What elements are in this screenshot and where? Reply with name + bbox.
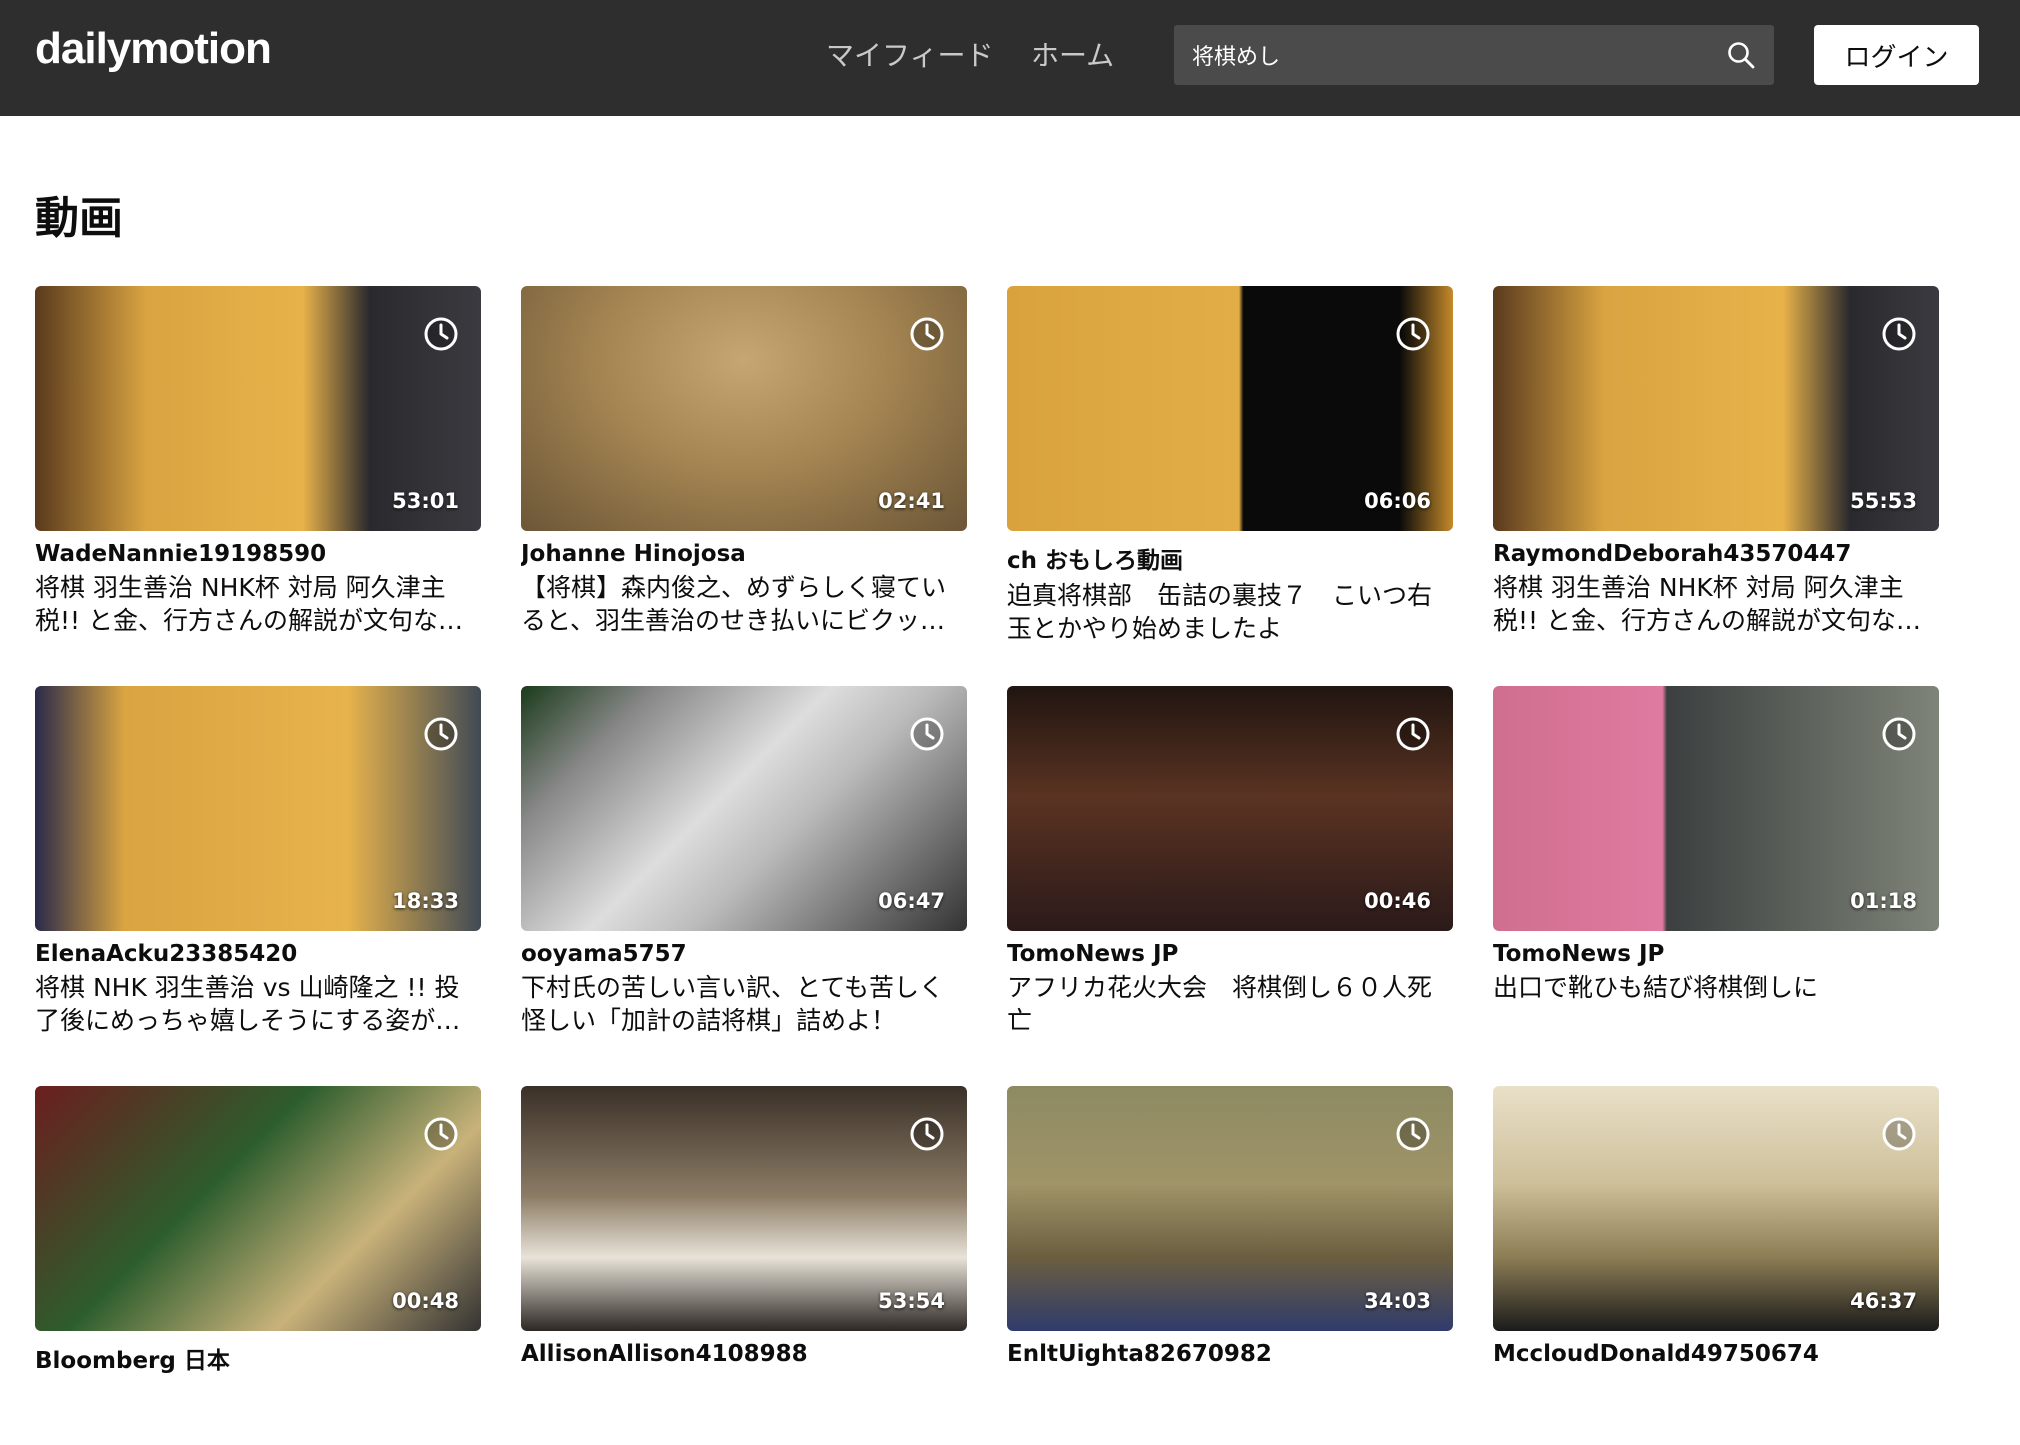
- video-title[interactable]: 【将棋】森内俊之、めずらしく寝ていると、羽生善治のせき払いにビクッ…: [521, 571, 967, 637]
- video-duration: 06:06: [1364, 489, 1431, 513]
- video-thumbnail[interactable]: 02:41: [521, 286, 967, 531]
- video-thumbnail[interactable]: 55:53: [1493, 286, 1939, 531]
- top-bar: dailymotion マイフィード ホーム ログイン: [0, 0, 2020, 116]
- video-title[interactable]: [1007, 1371, 1453, 1437]
- watch-later-icon[interactable]: [909, 716, 945, 752]
- video-channel[interactable]: Johanne Hinojosa: [521, 541, 967, 567]
- video-card[interactable]: 53:01 WadeNannie19198590 将棋 羽生善治 NHK杯 対局 阿…: [35, 286, 481, 637]
- video-title[interactable]: 出口で靴ひも結び将棋倒しに: [1493, 971, 1939, 1037]
- video-card[interactable]: 53:54 AllisonAllison4108988: [521, 1086, 967, 1434]
- video-card[interactable]: 46:37 MccloudDonald49750674: [1493, 1086, 1939, 1434]
- video-thumbnail[interactable]: 00:46: [1007, 686, 1453, 931]
- search-box: [1174, 25, 1774, 85]
- video-duration: 06:47: [878, 889, 945, 913]
- video-duration: 01:18: [1850, 889, 1917, 913]
- video-duration: 46:37: [1850, 1289, 1917, 1313]
- video-thumbnail[interactable]: 46:37: [1493, 1086, 1939, 1331]
- video-title[interactable]: アフリカ花火大会 将棋倒し６０人死亡: [1007, 971, 1453, 1037]
- video-channel[interactable]: MccloudDonald49750674: [1493, 1341, 1939, 1367]
- video-duration: 55:53: [1850, 489, 1917, 513]
- watch-later-icon[interactable]: [1881, 1116, 1917, 1152]
- video-channel[interactable]: ch おもしろ動画: [1007, 541, 1453, 575]
- video-thumbnail[interactable]: 34:03: [1007, 1086, 1453, 1331]
- video-duration: 02:41: [878, 489, 945, 513]
- video-title[interactable]: 将棋 NHK 羽生善治 vs 山崎隆之 !! 投了後にめっちゃ嬉しそうにする姿が…: [35, 971, 481, 1037]
- video-thumbnail[interactable]: 53:54: [521, 1086, 967, 1331]
- section-title: 動画: [35, 193, 123, 244]
- search-input[interactable]: [1192, 25, 1692, 85]
- video-channel[interactable]: RaymondDeborah43570447: [1493, 541, 1939, 567]
- video-title[interactable]: 将棋 羽生善治 NHK杯 対局 阿久津主税!! と金、行方さんの解説が文句な…: [35, 571, 481, 637]
- search-icon[interactable]: [1726, 40, 1756, 70]
- video-duration: 34:03: [1364, 1289, 1431, 1313]
- video-grid: 53:01 WadeNannie19198590 将棋 羽生善治 NHK杯 対局 阿…: [35, 286, 1985, 1434]
- video-thumbnail[interactable]: 01:18: [1493, 686, 1939, 931]
- video-channel[interactable]: ooyama5757: [521, 941, 967, 967]
- video-duration: 00:46: [1364, 889, 1431, 913]
- video-card[interactable]: 06:47 ooyama5757 下村氏の苦しい言い訳、とても苦しく怪しい「加計の詰…: [521, 686, 967, 1037]
- video-thumbnail[interactable]: 00:48: [35, 1086, 481, 1331]
- video-channel[interactable]: AllisonAllison4108988: [521, 1341, 967, 1367]
- video-card[interactable]: 06:06 ch おもしろ動画迫真将棋部 缶詰の裏技７ こいつ右玉とかやり始めまし…: [1007, 286, 1453, 643]
- watch-later-icon[interactable]: [1881, 316, 1917, 352]
- watch-later-icon[interactable]: [909, 1116, 945, 1152]
- video-title[interactable]: 下村氏の苦しい言い訳、とても苦しく怪しい「加計の詰将棋」詰めよ！: [521, 971, 967, 1037]
- watch-later-icon[interactable]: [1881, 716, 1917, 752]
- video-duration: 00:48: [392, 1289, 459, 1313]
- video-card[interactable]: 00:46 TomoNews JP アフリカ花火大会 将棋倒し６０人死亡: [1007, 686, 1453, 1037]
- nav-my-feed[interactable]: マイフィード: [826, 34, 993, 74]
- video-title[interactable]: [521, 1371, 967, 1437]
- video-channel[interactable]: TomoNews JP: [1493, 941, 1939, 967]
- video-card[interactable]: 55:53 RaymondDeborah43570447 将棋 羽生善治 NHK杯 …: [1493, 286, 1939, 637]
- watch-later-icon[interactable]: [909, 316, 945, 352]
- video-title[interactable]: [1493, 1371, 1939, 1437]
- video-thumbnail[interactable]: 18:33: [35, 686, 481, 931]
- video-duration: 53:54: [878, 1289, 945, 1313]
- video-duration: 53:01: [392, 489, 459, 513]
- video-channel[interactable]: EnltUighta82670982: [1007, 1341, 1453, 1367]
- watch-later-icon[interactable]: [423, 316, 459, 352]
- video-thumbnail[interactable]: 06:47: [521, 686, 967, 931]
- watch-later-icon[interactable]: [1395, 1116, 1431, 1152]
- video-title[interactable]: 迫真将棋部 缶詰の裏技７ こいつ右玉とかやり始めましたよ: [1007, 579, 1453, 645]
- video-channel[interactable]: WadeNannie19198590: [35, 541, 481, 567]
- watch-later-icon[interactable]: [423, 1116, 459, 1152]
- nav-home[interactable]: ホーム: [1031, 34, 1114, 74]
- video-card[interactable]: 18:33 ElenaAcku23385420 将棋 NHK 羽生善治 vs 山崎隆…: [35, 686, 481, 1037]
- login-button[interactable]: ログイン: [1814, 25, 1979, 85]
- video-channel[interactable]: ElenaAcku23385420: [35, 941, 481, 967]
- video-title[interactable]: 将棋 羽生善治 NHK杯 対局 阿久津主税!! と金、行方さんの解説が文句な…: [1493, 571, 1939, 637]
- watch-later-icon[interactable]: [1395, 716, 1431, 752]
- video-thumbnail[interactable]: 53:01: [35, 286, 481, 531]
- video-card[interactable]: 02:41 Johanne Hinojosa 【将棋】森内俊之、めずらしく寝ていると…: [521, 286, 967, 637]
- video-duration: 18:33: [392, 889, 459, 913]
- video-channel[interactable]: Bloomberg 日本: [35, 1341, 481, 1375]
- watch-later-icon[interactable]: [1395, 316, 1431, 352]
- video-title[interactable]: [35, 1379, 481, 1445]
- video-card[interactable]: 01:18 TomoNews JP 出口で靴ひも結び将棋倒しに: [1493, 686, 1939, 1034]
- watch-later-icon[interactable]: [423, 716, 459, 752]
- video-card[interactable]: 00:48 Bloomberg 日本: [35, 1086, 481, 1434]
- video-channel[interactable]: TomoNews JP: [1007, 941, 1453, 967]
- video-thumbnail[interactable]: 06:06: [1007, 286, 1453, 531]
- dailymotion-logo[interactable]: dailymotion: [35, 24, 272, 74]
- video-card[interactable]: 34:03 EnltUighta82670982: [1007, 1086, 1453, 1434]
